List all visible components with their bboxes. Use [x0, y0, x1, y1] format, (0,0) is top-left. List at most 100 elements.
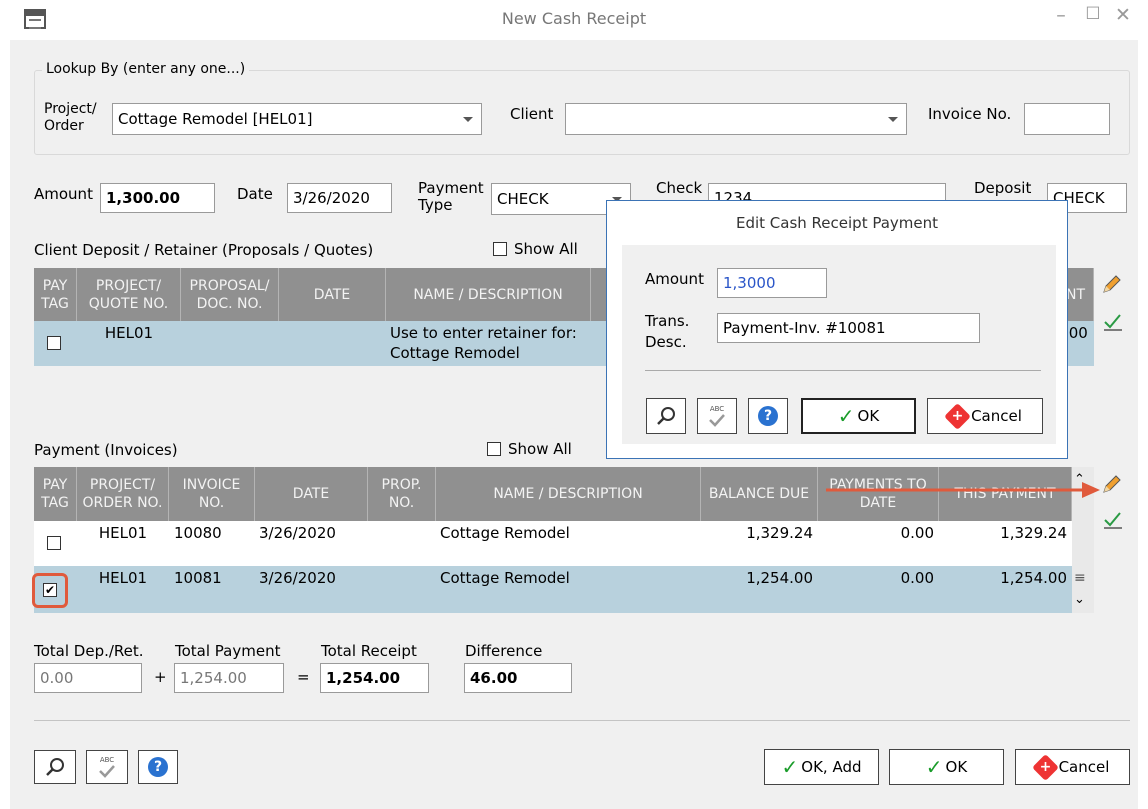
- payment-row-checkbox[interactable]: [47, 536, 61, 550]
- cancel-x-icon: +: [944, 402, 972, 430]
- payment-show-all-checkbox[interactable]: [487, 442, 501, 456]
- check-icon: ✓: [925, 755, 943, 779]
- payment-header-invoice[interactable]: INVOICE NO.: [169, 467, 255, 521]
- spell-abc-text: ABC: [99, 756, 115, 764]
- dialog-cancel-button[interactable]: + Cancel: [927, 398, 1043, 434]
- amount-input[interactable]: 1,300.00: [100, 183, 215, 213]
- close-window-button[interactable]: ✕: [1112, 4, 1134, 28]
- chevron-down-icon: [888, 117, 898, 122]
- payment-type-label: Payment Type: [418, 179, 484, 214]
- dialog-help-button[interactable]: ?: [748, 398, 788, 434]
- deposit-header-project[interactable]: PROJECT/ QUOTE NO.: [77, 268, 181, 321]
- dialog-desc-input[interactable]: Payment-Inv. #10081: [717, 313, 980, 343]
- total-receipt-label: Total Receipt: [321, 642, 417, 660]
- payment-row-date: 3/26/2020: [259, 524, 336, 542]
- payment-header-date[interactable]: DATE: [255, 467, 368, 521]
- payment-header-pay-tag[interactable]: PAY TAG: [34, 467, 77, 521]
- deposit-row-project: HEL01: [104, 324, 154, 342]
- deposit-row-checkbox[interactable]: [47, 336, 61, 350]
- deposit-show-all-label: Show All: [514, 240, 578, 258]
- edit-pencil-icon[interactable]: [1100, 472, 1124, 496]
- payment-row-checkbox[interactable]: [43, 583, 57, 597]
- plus-sign: +: [154, 668, 167, 686]
- client-label: Client: [510, 105, 554, 123]
- arrow-annotation-icon: [826, 482, 1100, 498]
- deposit-header-desc[interactable]: NAME / DESCRIPTION: [386, 268, 591, 321]
- dialog-spell-abc-text: ABC: [709, 405, 725, 413]
- deposit-header-doc[interactable]: PROPOSAL/ DOC. NO.: [181, 268, 279, 321]
- payment-header-prop[interactable]: PROP. NO.: [368, 467, 436, 521]
- project-select[interactable]: Cottage Remodel [HEL01]: [112, 103, 482, 135]
- payment-row-invoice: 10080: [174, 524, 222, 542]
- search-icon: [657, 407, 675, 425]
- project-label: Project/Order: [44, 101, 97, 134]
- payment-row-date: 3/26/2020: [259, 569, 336, 587]
- scroll-down-icon[interactable]: ⌄: [1074, 592, 1085, 607]
- total-dep-field: 0.00: [34, 663, 142, 693]
- client-select[interactable]: [565, 103, 907, 135]
- check-plus-icon: ✓: [781, 755, 799, 779]
- payment-row-desc: Cottage Remodel: [440, 524, 570, 542]
- cancel-button[interactable]: + Cancel: [1015, 749, 1130, 785]
- cancel-x-icon: +: [1031, 753, 1059, 781]
- invoice-input[interactable]: [1024, 103, 1110, 135]
- window-title: New Cash Receipt: [501, 9, 647, 28]
- payment-row-project: HEL01: [98, 524, 148, 542]
- payment-row-paid: 0.00: [900, 524, 934, 542]
- lookup-group-label: Lookup By (enter any one...): [42, 61, 250, 77]
- spell-button[interactable]: ABC: [86, 750, 128, 784]
- payment-row-desc: Cottage Remodel: [440, 569, 570, 587]
- payment-row-balance: 1,329.24: [746, 524, 813, 542]
- total-payment-field: 1,254.00: [174, 663, 284, 693]
- minimize-button[interactable]: –: [1050, 4, 1072, 28]
- dialog-amount-input[interactable]: 1,3000: [717, 268, 827, 298]
- search-button[interactable]: [34, 750, 76, 784]
- divider: [34, 720, 1130, 721]
- check-label: Check: [656, 179, 703, 197]
- payment-row-project: HEL01: [98, 569, 148, 587]
- amount-label: Amount: [34, 185, 93, 203]
- dialog-ok-button[interactable]: ✓ OK: [801, 398, 916, 434]
- check-icon: ✓: [837, 404, 855, 428]
- dialog-divider: [645, 370, 1041, 371]
- row-menu-icon[interactable]: ≡: [1074, 570, 1086, 586]
- dialog-search-button[interactable]: [646, 398, 686, 434]
- dialog-cancel-label: Cancel: [971, 407, 1022, 425]
- deposit-show-all-checkbox[interactable]: [493, 242, 507, 256]
- maximize-button[interactable]: ☐: [1082, 4, 1104, 28]
- spell-check-icon[interactable]: [1102, 312, 1124, 332]
- deposit-header-pay-tag[interactable]: PAY TAG: [34, 268, 77, 321]
- spell-check-icon[interactable]: [1102, 510, 1124, 530]
- date-input[interactable]: 3/26/2020: [287, 183, 392, 213]
- ok-button[interactable]: ✓ OK: [889, 749, 1004, 785]
- cancel-label: Cancel: [1058, 758, 1110, 776]
- ok-add-label: OK, Add: [801, 758, 862, 776]
- help-icon: ?: [148, 757, 168, 777]
- payment-type-value: CHECK: [497, 190, 549, 208]
- search-icon: [46, 758, 64, 776]
- payment-header-project[interactable]: PROJECT/ ORDER NO.: [77, 467, 169, 521]
- deposit-show-all[interactable]: Show All: [493, 240, 578, 258]
- date-label: Date: [237, 185, 273, 203]
- dialog-title: Edit Cash Receipt Payment: [607, 201, 1067, 245]
- payment-show-all[interactable]: Show All: [487, 440, 572, 458]
- deposit-label: Deposit: [974, 179, 1032, 197]
- ok-add-button[interactable]: ✓ OK, Add: [764, 749, 879, 785]
- equals-sign: =: [297, 668, 310, 686]
- checkmark-icon: [709, 414, 725, 427]
- payment-header-balance[interactable]: BALANCE DUE: [701, 467, 818, 521]
- edit-pencil-icon[interactable]: [1100, 272, 1124, 296]
- project-select-value: Cottage Remodel [HEL01]: [118, 110, 313, 128]
- invoice-label: Invoice No.: [928, 105, 1012, 123]
- total-dep-label: Total Dep./Ret.: [34, 642, 144, 660]
- dialog-amount-label: Amount: [645, 270, 704, 288]
- ok-label: OK: [945, 758, 968, 776]
- payment-grid-title: Payment (Invoices): [34, 441, 178, 459]
- dialog-spell-button[interactable]: ABC: [697, 398, 737, 434]
- payment-row-balance: 1,254.00: [746, 569, 813, 587]
- payment-show-all-label: Show All: [508, 440, 572, 458]
- payment-header-desc[interactable]: NAME / DESCRIPTION: [436, 467, 701, 521]
- deposit-row-desc-1: Use to enter retainer for:: [390, 324, 577, 342]
- help-button[interactable]: ?: [138, 750, 178, 784]
- deposit-header-date[interactable]: DATE: [279, 268, 386, 321]
